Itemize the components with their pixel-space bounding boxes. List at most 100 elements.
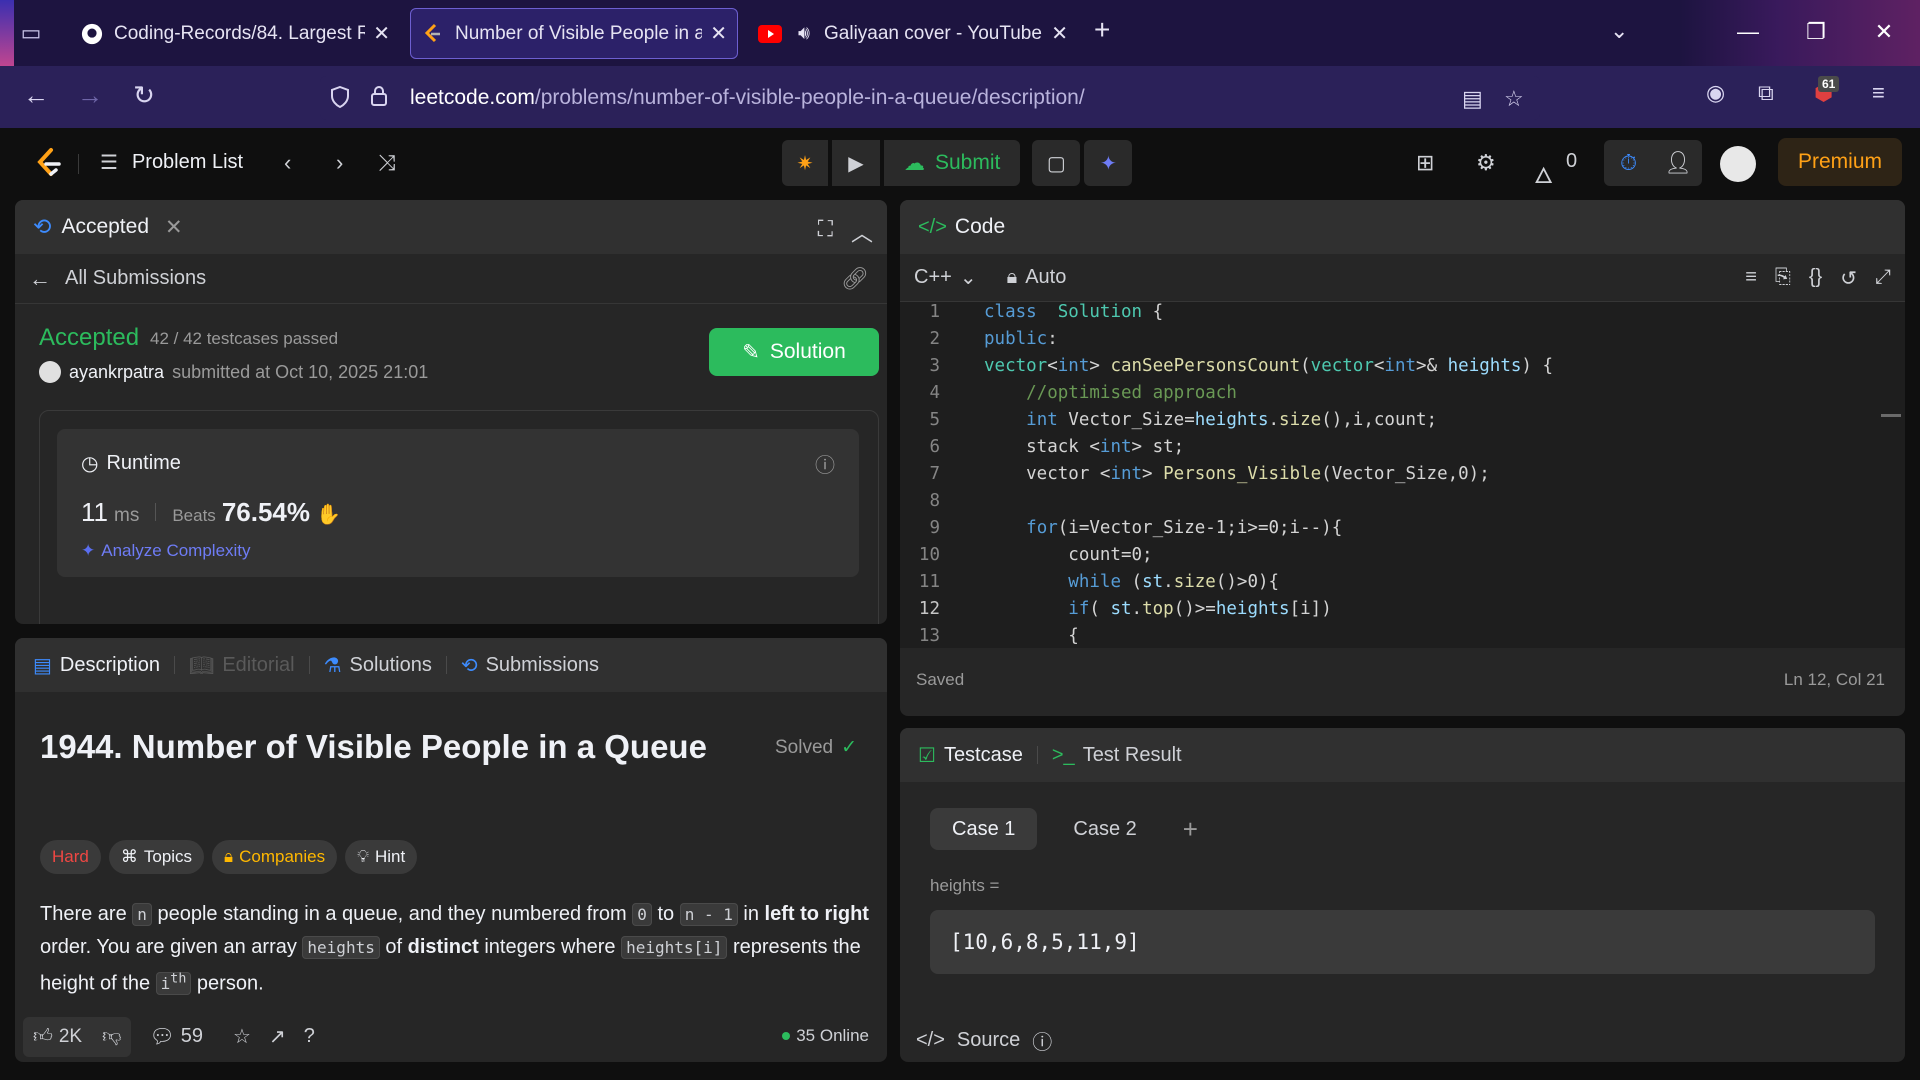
extensions-icon[interactable]: ⧉ — [1758, 80, 1774, 106]
tab-manager-icon[interactable]: ▭ — [14, 14, 48, 52]
code-line[interactable]: 10 count=0; — [900, 545, 1905, 572]
info-icon[interactable]: ⓘ — [815, 449, 835, 478]
code-token: (Vector_Size,0); — [1321, 464, 1490, 484]
debug-icon[interactable]: ✷ — [782, 140, 828, 186]
close-icon[interactable]: ✕ — [165, 215, 183, 240]
fullscreen-icon[interactable]: ⛶ — [818, 216, 833, 242]
like-button[interactable]: 👍︎ 2K — [23, 1025, 92, 1048]
menu-icon[interactable]: ≡ — [1872, 80, 1885, 106]
code-line[interactable]: 8 — [900, 491, 1905, 518]
companies-chip[interactable]: 🔒︎ Companies — [212, 840, 338, 874]
code-token: heights — [1215, 599, 1290, 619]
account-icon[interactable]: ◉ — [1706, 80, 1725, 106]
problem-list-button[interactable]: ☰ Problem List — [100, 150, 243, 175]
reader-view-icon[interactable]: ▤ — [1462, 86, 1483, 112]
scrollbar-marker[interactable] — [1881, 414, 1901, 417]
url-bar[interactable]: leetcode.com/problems/number-of-visible-… — [320, 76, 1540, 120]
share-icon[interactable]: ↗ — [269, 1024, 286, 1049]
reset-icon[interactable]: ↺ — [1840, 266, 1857, 291]
streak-fire-icon[interactable]: 🜂 — [1534, 150, 1553, 196]
param-input[interactable]: [10,6,8,5,11,9] — [930, 910, 1875, 974]
tab-editorial[interactable]: 📖︎ Editorial — [189, 653, 295, 678]
case-tab-2[interactable]: Case 2 — [1051, 808, 1158, 850]
code-line[interactable]: 4 //optimised approach — [900, 383, 1905, 410]
lock-icon[interactable] — [370, 85, 388, 113]
case-tab-1[interactable]: Case 1 — [930, 808, 1038, 850]
tab-description[interactable]: ▤ Description — [33, 653, 160, 678]
code-line[interactable]: 2 public: — [900, 329, 1905, 356]
prev-problem-icon[interactable]: ‹ — [284, 150, 291, 176]
collapse-icon[interactable]: ︿ — [851, 216, 873, 248]
hint-chip[interactable]: 💡︎ Hint — [345, 840, 418, 874]
all-submissions-link[interactable]: ← All Submissions 🔗︎ — [15, 254, 887, 304]
reload-icon[interactable]: ↻ — [126, 80, 162, 111]
url-text[interactable]: leetcode.com/problems/number-of-visible-… — [410, 86, 1085, 110]
browser-tab-github[interactable]: Coding-Records/84. Largest Rec ✕ — [70, 8, 400, 59]
tab-solutions[interactable]: ⚗ Solutions — [324, 653, 432, 678]
bookmark-star-icon[interactable]: ☆ — [1504, 86, 1524, 112]
settings-gear-icon[interactable]: ⚙ — [1476, 150, 1496, 176]
code-tab[interactable]: </> Code — [918, 215, 1005, 239]
braces-icon[interactable]: {} — [1809, 266, 1822, 291]
link-icon[interactable]: 🔗︎ — [841, 266, 869, 292]
code-line[interactable]: 3 vector<int> canSeePersonsCount(vector<i… — [900, 356, 1905, 383]
expand-icon[interactable]: ⤢ — [1875, 266, 1891, 291]
help-icon[interactable]: ⓘ — [1032, 1026, 1052, 1055]
code-line[interactable]: 13 { — [900, 626, 1905, 648]
bookmark-icon[interactable]: ⎘ — [1775, 266, 1791, 291]
user-avatar[interactable] — [1720, 146, 1756, 182]
layout-grid-icon[interactable]: ⊞ — [1416, 150, 1434, 176]
dislike-button[interactable]: 👎︎ — [92, 1025, 131, 1048]
restore-button[interactable]: ❐ — [1786, 12, 1846, 52]
browser-tab-leetcode[interactable]: Number of Visible People in a Q ✕ — [410, 8, 738, 59]
format-icon[interactable]: ≡ — [1745, 266, 1757, 291]
code-line[interactable]: 7 vector <int> Persons_Visible(Vector_Si… — [900, 464, 1905, 491]
code-line[interactable]: 12 if( st.top()>=heights[i]) — [900, 599, 1905, 626]
username[interactable]: ayankrpatra — [69, 362, 164, 383]
help-icon[interactable]: ? — [304, 1025, 315, 1048]
code-line[interactable]: 1 class Solution { — [900, 302, 1905, 329]
url-host: leetcode.com — [410, 86, 535, 109]
notes-icon[interactable]: ▢ — [1032, 140, 1081, 186]
new-tab-button[interactable]: + — [1094, 14, 1110, 46]
favorite-star-icon[interactable]: ☆ — [233, 1024, 251, 1049]
accepted-tab[interactable]: ⟲ Accepted ✕ — [33, 214, 183, 240]
shield-icon[interactable] — [330, 85, 350, 114]
premium-button[interactable]: Premium — [1778, 138, 1902, 186]
topics-chip[interactable]: ⌘ Topics — [108, 840, 205, 874]
leetcode-logo[interactable] — [34, 147, 64, 179]
code-line[interactable]: 6 stack <int> st; — [900, 437, 1905, 464]
browser-tab-youtube[interactable]: 🔊︎ Galiyaan cover - YouTube ✕ — [748, 8, 1078, 59]
back-icon[interactable]: ← — [18, 80, 54, 111]
add-case-button[interactable]: + — [1183, 814, 1198, 845]
auto-mode[interactable]: 🔒︎ Auto — [1007, 266, 1067, 289]
close-tab-icon[interactable]: ✕ — [702, 21, 727, 46]
code-editor[interactable]: 1 class Solution {2 public: 3 vector<int> ca… — [900, 302, 1905, 648]
language-select[interactable]: C++ ⌄ — [914, 265, 977, 290]
comments-button[interactable]: 💬︎ 59 — [149, 1024, 203, 1049]
tab-testcase[interactable]: ☑ Testcase — [918, 743, 1023, 768]
analyze-complexity-link[interactable]: ✦ Analyze Complexity — [81, 541, 251, 561]
list-all-tabs-icon[interactable]: ⌄ — [1610, 18, 1628, 44]
tab-test-result[interactable]: >_ Test Result — [1052, 744, 1182, 767]
submit-button[interactable]: ☁ Submit — [884, 140, 1021, 186]
runtime-card[interactable]: ◷ Runtime ⓘ 11 ms Beats 76.54% ✋ ✦ Analy… — [57, 429, 859, 577]
solution-button[interactable]: ✎ Solution — [709, 328, 879, 376]
add-friend-icon[interactable]: 👤︎ — [1664, 150, 1692, 176]
code-line[interactable]: 11 while (st.size()>0){ — [900, 572, 1905, 599]
minimize-button[interactable]: — — [1718, 12, 1778, 52]
source-link[interactable]: </> Source ⓘ — [916, 1026, 1052, 1055]
shuffle-icon[interactable]: ⤨ — [378, 150, 396, 176]
tab-submissions[interactable]: ⟲ Submissions — [461, 653, 599, 678]
forward-icon[interactable]: → — [72, 80, 108, 111]
run-button[interactable]: ▶ — [832, 140, 880, 186]
close-window-button[interactable]: ✕ — [1854, 12, 1914, 52]
speaker-icon[interactable]: 🔊︎ — [792, 22, 816, 46]
code-line[interactable]: 5 int Vector_Size=heights.size(),i,count… — [900, 410, 1905, 437]
close-tab-icon[interactable]: ✕ — [365, 21, 390, 46]
code-line[interactable]: 9 for(i=Vector_Size-1;i>=0;i--){ — [900, 518, 1905, 545]
ai-sparkle-icon[interactable]: ✦ — [1084, 140, 1133, 186]
timer-icon[interactable]: ⏱ — [1620, 150, 1637, 176]
next-problem-icon[interactable]: › — [336, 150, 343, 176]
close-tab-icon[interactable]: ✕ — [1043, 21, 1068, 46]
